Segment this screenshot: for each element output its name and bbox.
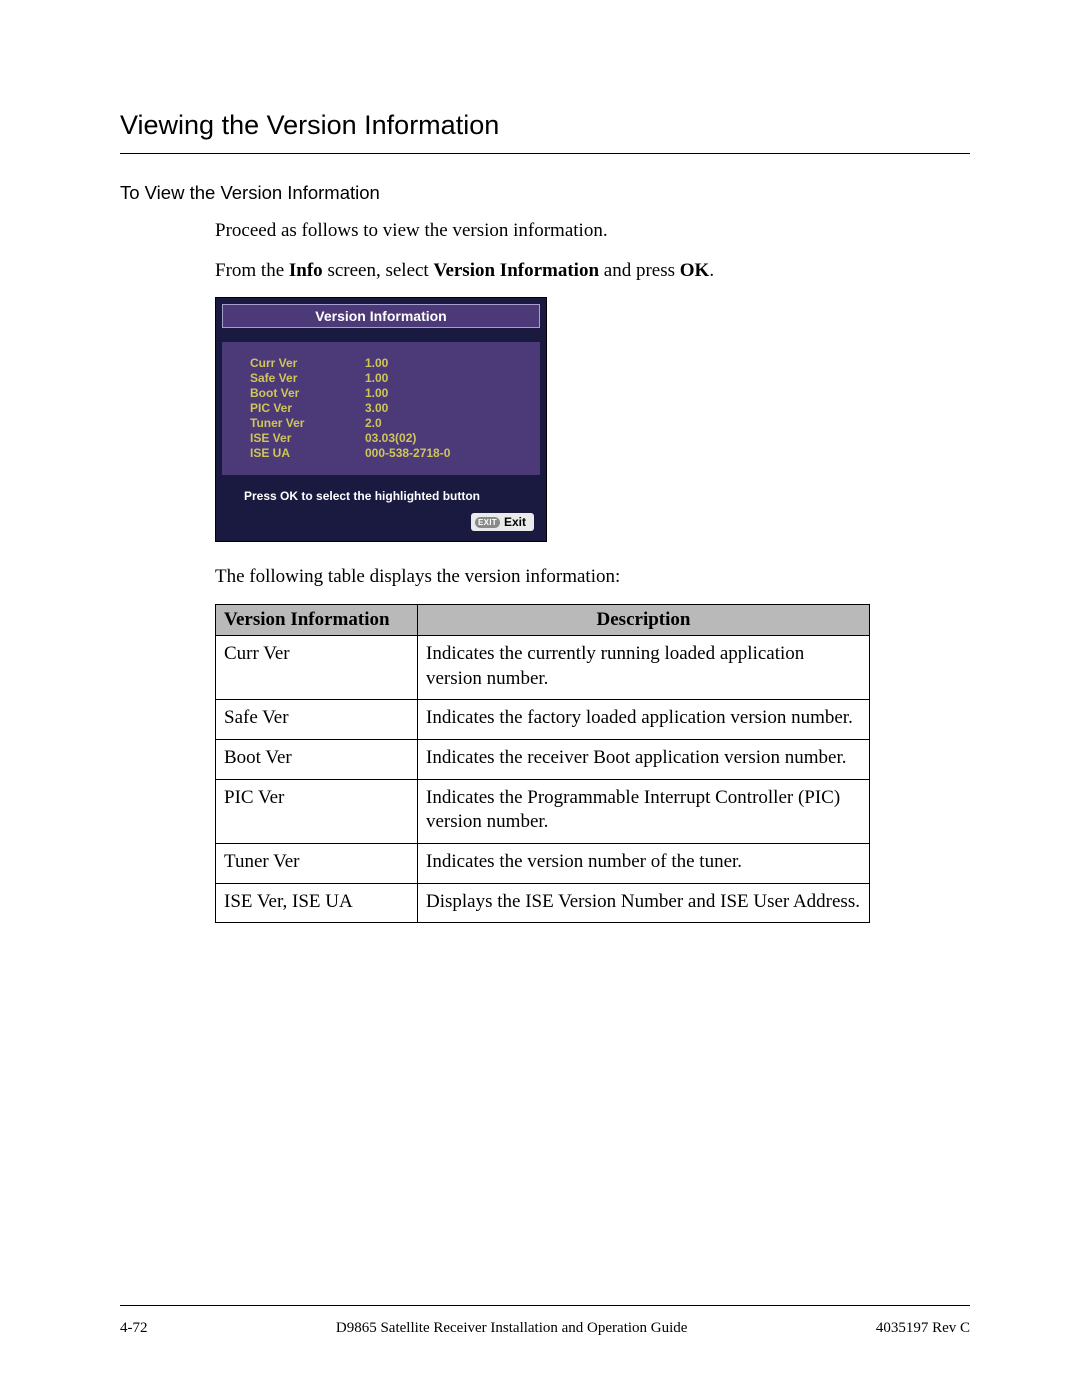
osd-row: Boot Ver 1.00 <box>250 386 526 400</box>
footer-doc-rev: 4035197 Rev C <box>876 1320 970 1337</box>
cell-key: Tuner Ver <box>216 844 418 884</box>
footer-rule <box>120 1305 970 1306</box>
footer-page-number: 4-72 <box>120 1320 148 1337</box>
osd-value: 000-538-2718-0 <box>365 446 450 460</box>
osd-label: ISE Ver <box>250 431 365 445</box>
table-row: Tuner Ver Indicates the version number o… <box>216 844 870 884</box>
exit-badge-icon: EXIT <box>475 517 500 528</box>
p2-bold-ok: OK <box>680 260 710 281</box>
intro-paragraph-1: Proceed as follows to view the version i… <box>215 218 970 244</box>
th-version-information: Version Information <box>216 604 418 635</box>
osd-label: Safe Ver <box>250 371 365 385</box>
cell-desc: Indicates the receiver Boot application … <box>418 739 870 779</box>
osd-screenshot: Version Information Curr Ver 1.00 Safe V… <box>215 297 547 542</box>
osd-row: Tuner Ver 2.0 <box>250 416 526 430</box>
osd-title: Version Information <box>222 304 540 328</box>
osd-label: ISE UA <box>250 446 365 460</box>
cell-desc: Indicates the currently running loaded a… <box>418 635 870 699</box>
page-footer: 4-72 D9865 Satellite Receiver Installati… <box>120 1305 970 1337</box>
osd-body: Curr Ver 1.00 Safe Ver 1.00 Boot Ver 1.0… <box>222 342 540 475</box>
page-title: Viewing the Version Information <box>120 110 970 141</box>
osd-value: 1.00 <box>365 386 388 400</box>
table-row: Safe Ver Indicates the factory loaded ap… <box>216 700 870 740</box>
cell-desc: Displays the ISE Version Number and ISE … <box>418 883 870 923</box>
cell-key: Curr Ver <box>216 635 418 699</box>
intro-paragraph-2: From the Info screen, select Version Inf… <box>215 258 970 284</box>
osd-row: PIC Ver 3.00 <box>250 401 526 415</box>
p2-bold-version-information: Version Information <box>433 260 599 281</box>
osd-hint: Press OK to select the highlighted butto… <box>216 485 546 513</box>
osd-exit-row: EXIT Exit <box>216 513 546 541</box>
osd-value: 3.00 <box>365 401 388 415</box>
cell-key: Safe Ver <box>216 700 418 740</box>
version-description-table: Version Information Description Curr Ver… <box>215 604 870 924</box>
osd-value: 2.0 <box>365 416 382 430</box>
osd-row: ISE UA 000-538-2718-0 <box>250 446 526 460</box>
p2-part-c: and press <box>599 260 680 281</box>
cell-desc: Indicates the factory loaded application… <box>418 700 870 740</box>
exit-label: Exit <box>504 515 526 529</box>
section-subheading: To View the Version Information <box>120 182 970 204</box>
p2-part-b: screen, select <box>323 260 434 281</box>
footer-doc-title: D9865 Satellite Receiver Installation an… <box>336 1320 688 1337</box>
p2-part-a: From the <box>215 260 289 281</box>
osd-label: Curr Ver <box>250 356 365 370</box>
table-row: ISE Ver, ISE UA Displays the ISE Version… <box>216 883 870 923</box>
p2-part-d: . <box>709 260 714 281</box>
osd-row: Safe Ver 1.00 <box>250 371 526 385</box>
cell-key: ISE Ver, ISE UA <box>216 883 418 923</box>
osd-value: 03.03(02) <box>365 431 416 445</box>
p2-bold-info: Info <box>289 260 323 281</box>
osd-value: 1.00 <box>365 371 388 385</box>
table-row: Curr Ver Indicates the currently running… <box>216 635 870 699</box>
osd-label: Tuner Ver <box>250 416 365 430</box>
cell-desc: Indicates the version number of the tune… <box>418 844 870 884</box>
cell-key: Boot Ver <box>216 739 418 779</box>
title-rule <box>120 153 970 154</box>
table-row: Boot Ver Indicates the receiver Boot app… <box>216 739 870 779</box>
table-row: PIC Ver Indicates the Programmable Inter… <box>216 779 870 843</box>
exit-button[interactable]: EXIT Exit <box>471 513 534 531</box>
osd-value: 1.00 <box>365 356 388 370</box>
osd-row: ISE Ver 03.03(02) <box>250 431 526 445</box>
table-intro: The following table displays the version… <box>215 564 970 590</box>
osd-label: PIC Ver <box>250 401 365 415</box>
cell-key: PIC Ver <box>216 779 418 843</box>
th-description: Description <box>418 604 870 635</box>
osd-row: Curr Ver 1.00 <box>250 356 526 370</box>
osd-label: Boot Ver <box>250 386 365 400</box>
cell-desc: Indicates the Programmable Interrupt Con… <box>418 779 870 843</box>
